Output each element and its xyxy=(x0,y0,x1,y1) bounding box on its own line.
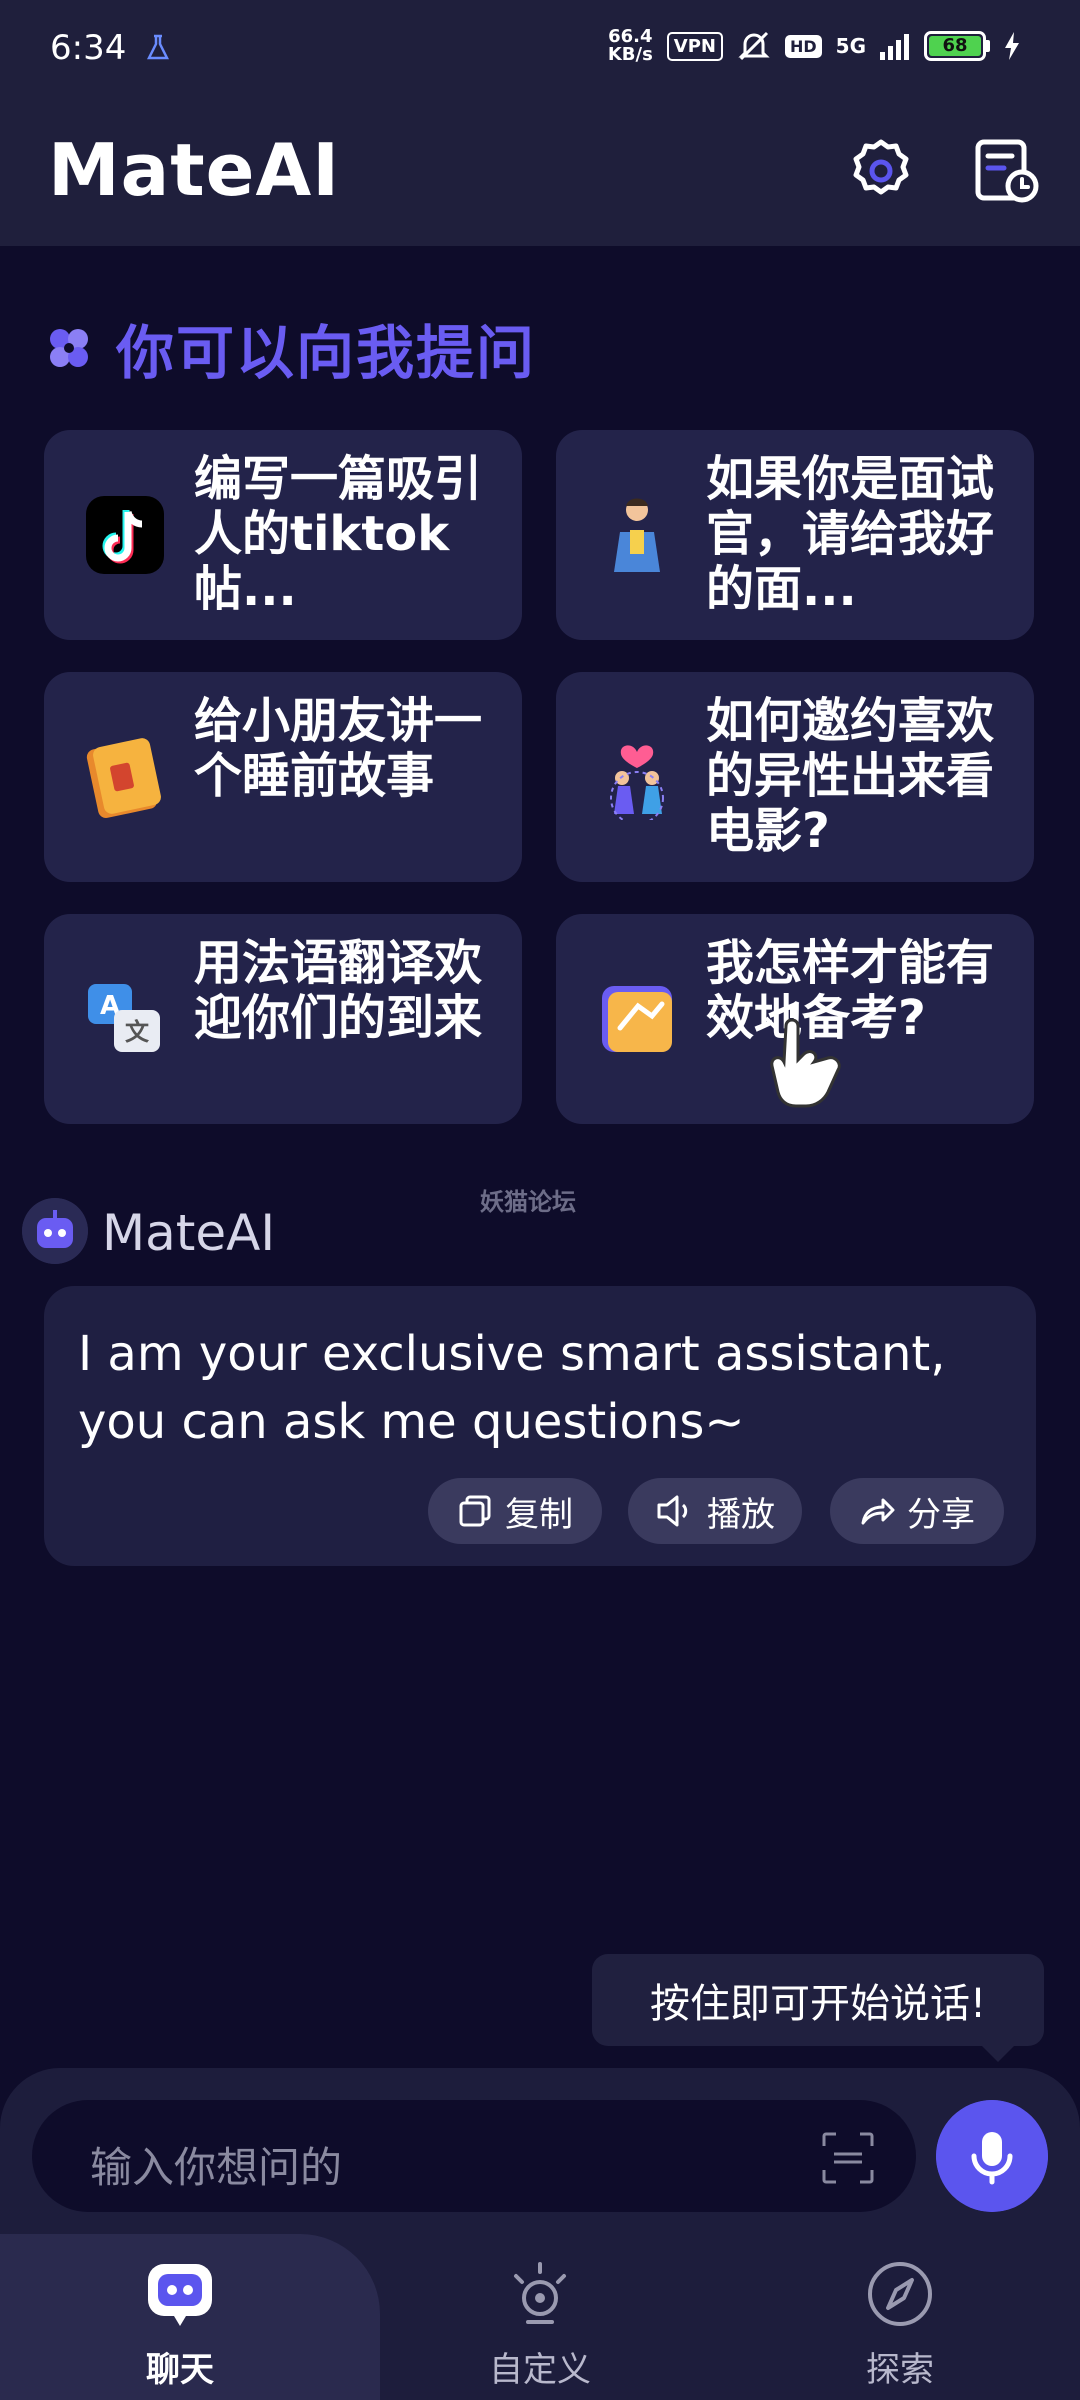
speaker-icon xyxy=(657,1495,688,1527)
nav-custom[interactable]: 自定义 xyxy=(420,2234,660,2400)
compass-icon xyxy=(868,2262,932,2326)
app-title: MateAI xyxy=(48,128,340,212)
history-icon[interactable] xyxy=(972,136,1042,206)
tooltip-tail xyxy=(980,2044,1016,2062)
suggestion-text: 给小朋友讲一个睡前故事 xyxy=(194,694,483,804)
network-speed: 66.4 KB/s xyxy=(607,26,653,65)
settings-gear-icon[interactable] xyxy=(846,136,916,206)
study-icon xyxy=(602,986,672,1052)
copy-button[interactable]: 复制 xyxy=(428,1478,602,1544)
copy-icon xyxy=(459,1495,491,1527)
tiktok-icon xyxy=(86,496,164,574)
clover-icon xyxy=(50,329,88,367)
watermark: 妖猫论坛 xyxy=(480,1188,576,1216)
suggestion-card[interactable]: 我怎样才能有效地备考? xyxy=(556,914,1034,1124)
bot-name: MateAI xyxy=(102,1204,276,1262)
suggestion-text: 如何邀约喜欢的异性出来看电影? xyxy=(706,694,995,859)
dating-icon xyxy=(610,745,664,820)
play-button[interactable]: 播放 xyxy=(628,1478,802,1544)
hd-badge: HD xyxy=(784,34,822,58)
suggestion-card[interactable]: A 文 用法语翻译欢迎你们的到来 xyxy=(44,914,522,1124)
battery-icon: 68 xyxy=(924,31,990,61)
signal-bars-icon xyxy=(880,34,909,60)
nav-explore[interactable]: 探索 xyxy=(780,2234,1020,2400)
vpn-badge: VPN xyxy=(666,31,723,61)
signal-label: 5G xyxy=(835,34,866,58)
mute-bell-icon xyxy=(738,31,770,61)
status-time: 6:34 xyxy=(50,28,127,68)
nav-chat[interactable]: 聊天 xyxy=(60,2234,300,2400)
tap-hand-icon xyxy=(764,1008,841,1108)
input-placeholder: 输入你想问的 xyxy=(90,2143,343,2192)
scan-icon[interactable] xyxy=(820,2130,876,2186)
status-indicators: 66.4 KB/s VPN HD 5G 68 xyxy=(608,28,1020,64)
top-bar: 6:34 66.4 KB/s VPN HD 5G 68 MateAI xyxy=(0,0,1080,246)
suggestions-title: 你可以向我提问 xyxy=(116,319,537,387)
share-button[interactable]: 分享 xyxy=(830,1478,1004,1544)
charging-icon xyxy=(1005,32,1019,60)
suggestions-header: 你可以向我提问 xyxy=(46,306,536,390)
voice-tooltip: 按住即可开始说话! xyxy=(592,1954,1044,2046)
chat-icon xyxy=(148,2264,212,2326)
translate-icon: A 文 xyxy=(88,984,160,1052)
suggestion-text: 如果你是面试官，请给我好的面... xyxy=(706,452,995,617)
suggestion-text: 编写一篇吸引人的tiktok帖... xyxy=(194,452,483,617)
bot-message-bubble: I am your exclusive smart assistant, you… xyxy=(44,1286,1036,1566)
suggestion-card[interactable]: 如果你是面试官，请给我好的面... xyxy=(556,430,1034,640)
storybook-icon xyxy=(86,738,161,818)
bot-message-text: I am your exclusive smart assistant, you… xyxy=(78,1326,946,1450)
suggestion-card[interactable]: 给小朋友讲一个睡前故事 xyxy=(44,672,522,882)
bottom-nav: 聊天 自定义 探索 xyxy=(0,2234,1080,2400)
message-input[interactable]: 输入你想问的 xyxy=(32,2100,916,2212)
flask-icon xyxy=(146,34,170,60)
suggestion-card[interactable]: 如何邀约喜欢的异性出来看电影? xyxy=(556,672,1034,882)
microphone-icon[interactable] xyxy=(936,2100,1048,2212)
svg-text:文: 文 xyxy=(125,1018,150,1046)
suggestion-card[interactable]: 编写一篇吸引人的tiktok帖... xyxy=(44,430,522,640)
interviewer-icon xyxy=(614,498,660,572)
lightbulb-icon xyxy=(514,2262,566,2324)
suggestion-text: 用法语翻译欢迎你们的到来 xyxy=(194,936,483,1046)
bot-avatar-icon xyxy=(22,1198,88,1264)
share-icon xyxy=(861,1498,895,1525)
